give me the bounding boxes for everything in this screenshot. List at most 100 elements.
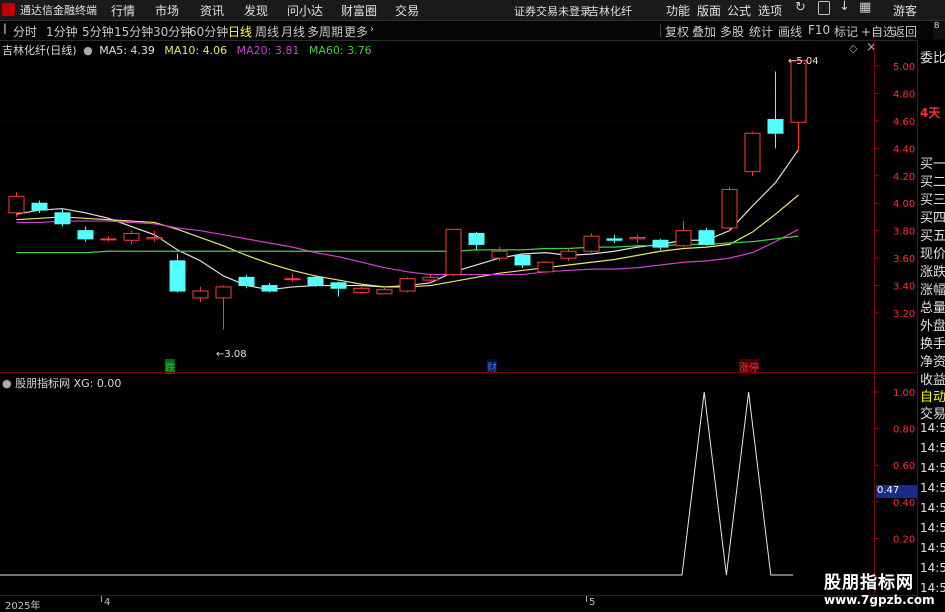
bid-5-label: 买五 xyxy=(920,229,945,244)
lock-icon[interactable] xyxy=(818,1,830,15)
tick-time: 14:56 xyxy=(920,441,945,455)
candle-body xyxy=(261,285,278,292)
bid-1-label: 买一 xyxy=(920,157,945,172)
menu-item-formula[interactable]: 公式 xyxy=(727,2,751,19)
candle-body xyxy=(146,237,163,240)
y-tick-label: 5.00 xyxy=(893,62,915,73)
candle-body xyxy=(353,287,370,293)
candle xyxy=(123,230,140,245)
bid-2-label: 买二 xyxy=(920,175,945,190)
period-tab-1min[interactable]: 1分钟 xyxy=(46,23,78,40)
grid-icon[interactable]: ▦ xyxy=(859,0,871,15)
menu-item-news[interactable]: 资讯 xyxy=(200,2,224,19)
candle xyxy=(376,286,393,295)
period-tab-timeshare[interactable]: 分时 xyxy=(13,23,37,40)
candle xyxy=(77,226,94,242)
tool-mark[interactable]: 标记 xyxy=(834,23,858,40)
menu-item-quotes[interactable]: 行情 xyxy=(111,2,135,19)
change-pct-label: 涨幅 xyxy=(920,283,945,298)
menu-item-discover[interactable]: 发现 xyxy=(244,2,268,19)
candle xyxy=(652,238,669,250)
candle xyxy=(698,227,715,246)
period-tab-daily[interactable]: 日线 xyxy=(228,23,252,40)
app-logo-icon xyxy=(2,3,15,16)
sub-indicator-chart[interactable]: 1.00 0.80 0.60 0.40 0.20 xyxy=(0,373,917,595)
collapse-icon[interactable]: ▎ xyxy=(4,25,11,35)
candle xyxy=(445,228,462,276)
menu-item-market[interactable]: 市场 xyxy=(155,2,179,19)
main-candlestick-chart[interactable]: 5.00 4.80 4.60 4.40 4.20 4.00 3.80 3.60 3.40 3.20 xyxy=(0,40,917,375)
turnover-label: 换手 xyxy=(920,337,945,352)
tool-draw-line[interactable]: 画线 xyxy=(778,23,802,40)
trade-login-notice[interactable]: 证券交易未登录 xyxy=(514,3,591,19)
menu-bar: 通达信金融终端 行情 市场 资讯 发现 问小达 财富圈 交易 证券交易未登录 吉… xyxy=(0,0,945,21)
candle xyxy=(215,285,232,330)
candle-body xyxy=(652,239,669,248)
menu-item-ask[interactable]: 问小达 xyxy=(287,2,323,19)
period-tab-multi[interactable]: 多周期 xyxy=(307,23,343,40)
bid-4-label: 买四 xyxy=(920,211,945,226)
tool-overlay[interactable]: 叠加 xyxy=(692,23,716,40)
candle-body xyxy=(77,230,94,240)
menu-item-trade[interactable]: 交易 xyxy=(395,2,419,19)
y-tick-label: 4.00 xyxy=(893,199,915,210)
guest-label[interactable]: 游客 xyxy=(893,2,917,19)
volume-label: 总量 xyxy=(920,301,945,316)
candle xyxy=(54,208,71,227)
candle-body xyxy=(698,230,715,245)
menu-item-options[interactable]: 选项 xyxy=(758,2,782,19)
tick-time: 14:56 xyxy=(920,561,945,575)
candle xyxy=(353,285,370,294)
period-tab-60min[interactable]: 60分钟 xyxy=(189,23,228,40)
tick-time: 14:56 xyxy=(920,421,945,435)
panel-toggle[interactable]: B xyxy=(933,21,945,39)
period-tab-5min[interactable]: 5分钟 xyxy=(82,23,114,40)
period-tab-weekly[interactable]: 周线 xyxy=(255,23,279,40)
y-tick-label: 3.20 xyxy=(893,309,915,320)
y-tick-label: 4.20 xyxy=(893,172,915,183)
candle-body xyxy=(399,278,416,292)
y-tick-label: 4.80 xyxy=(893,89,915,100)
menu-item-function[interactable]: 功能 xyxy=(666,2,690,19)
candle xyxy=(491,247,508,261)
menu-item-wealth[interactable]: 财富圈 xyxy=(341,2,377,19)
candle-body xyxy=(468,232,485,245)
change-label: 涨跌 xyxy=(920,265,945,280)
candle-body xyxy=(123,232,140,241)
tool-f10[interactable]: F10 xyxy=(808,23,830,37)
candle-body xyxy=(675,230,692,247)
tick-time: 14:56 xyxy=(920,541,945,555)
tool-restore-rights[interactable]: 复权 xyxy=(665,23,689,40)
y-tick-label: 0.60 xyxy=(893,461,915,472)
trade-label[interactable]: 交易 xyxy=(920,403,945,422)
candle-body xyxy=(54,212,71,225)
candle-body xyxy=(169,260,186,292)
candle xyxy=(468,232,485,250)
period-tab-monthly[interactable]: 月线 xyxy=(281,23,305,40)
menu-item-layout[interactable]: 版面 xyxy=(697,2,721,19)
y-tick-label: 4.40 xyxy=(893,144,915,155)
arrow-icon[interactable]: ↓ xyxy=(839,0,850,14)
period-tab-15min[interactable]: 15分钟 xyxy=(114,23,153,40)
candle-body xyxy=(744,132,761,173)
ma-line-ma5 xyxy=(16,149,799,291)
tool-back[interactable]: 返回 xyxy=(893,23,917,40)
period-tab-30min[interactable]: 30分钟 xyxy=(153,23,192,40)
app-title: 通达信金融终端 xyxy=(20,4,97,17)
candle-body xyxy=(284,278,301,281)
tool-add-watchlist[interactable]: +自选 xyxy=(861,23,895,40)
period-tab-more[interactable]: 更多 xyxy=(344,23,368,40)
tool-multi-stock[interactable]: 多股 xyxy=(720,23,744,40)
y-tick-label: 1.00 xyxy=(893,388,915,399)
tick-time: 14:56 xyxy=(920,481,945,495)
bid-3-label: 买三 xyxy=(920,193,945,208)
tool-statistics[interactable]: 统计 xyxy=(749,23,773,40)
high-price-label: ←5.04 xyxy=(788,56,819,67)
candle-body xyxy=(721,189,738,229)
chevron-right-icon[interactable]: › xyxy=(370,24,374,35)
candle-body xyxy=(629,237,646,240)
refresh-icon[interactable]: ↻ xyxy=(795,0,806,15)
tick-time: 14:56 xyxy=(920,461,945,475)
candle xyxy=(399,277,416,293)
right-info-panel: 委比 4天 买一 买二 买三 买四 买五 现价 涨跌 涨幅 总量 外盘 换手 净… xyxy=(917,40,945,609)
